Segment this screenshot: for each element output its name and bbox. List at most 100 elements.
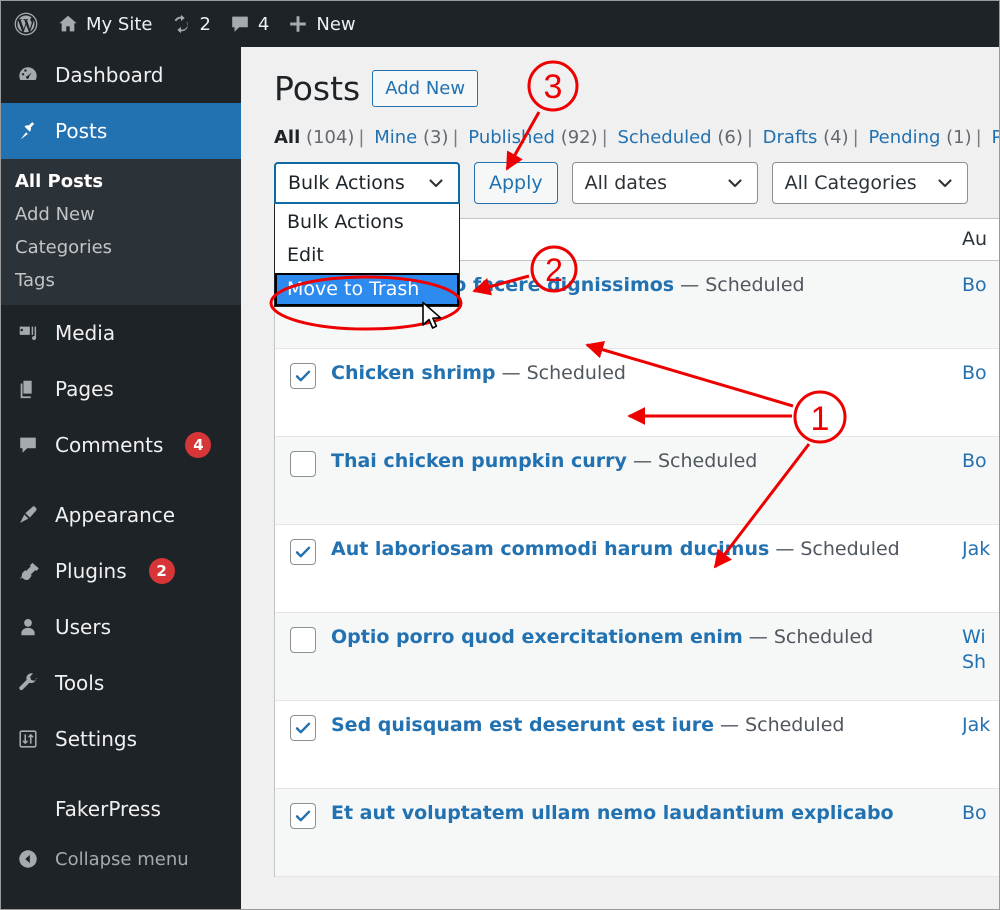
table-row: Aut laboriosam commodi harum ducimus — S… [275, 524, 999, 613]
pin-icon [15, 120, 41, 142]
status-filter-all[interactable]: All [274, 127, 300, 148]
sidebar-item-media[interactable]: Media [1, 305, 241, 361]
date-filter-select-field[interactable]: All dates [571, 161, 758, 204]
row-checkbox[interactable] [290, 714, 316, 741]
collapse-menu-button[interactable]: Collapse menu [1, 837, 241, 881]
chevron-down-icon [426, 173, 446, 193]
adminbar-comments-count: 4 [257, 13, 270, 35]
status-count-pending: (1) [946, 126, 972, 148]
post-title-link[interactable]: Chicken shrimp [331, 362, 496, 384]
post-author-cell[interactable]: Bo [962, 437, 999, 475]
bulk-action-option-bulk-actions[interactable]: Bulk Actions [275, 206, 459, 240]
sidebar-item-pages[interactable]: Pages [1, 361, 241, 417]
row-checkbox-cell [275, 349, 331, 389]
status-filter-drafts[interactable]: Drafts [763, 127, 818, 148]
post-title-link[interactable]: Optio porro quod exercitationem enim [331, 626, 743, 648]
status-count-drafts: (4) [823, 126, 849, 148]
row-checkbox[interactable] [290, 626, 316, 653]
status-filter-scheduled[interactable]: Scheduled [617, 127, 711, 148]
submenu-item-all-posts[interactable]: All Posts [1, 165, 241, 198]
post-title-link[interactable]: Aut laboriosam commodi harum ducimus [331, 538, 769, 560]
sidebar-item-fakerpress[interactable]: FakerPress [1, 781, 241, 837]
browser-window: My Site 2 4 New Dashboard Posts All Post… [0, 0, 1000, 910]
sidebar-item-comments[interactable]: Comments 4 [1, 417, 241, 473]
row-checkbox[interactable] [290, 362, 316, 389]
adminbar-new-label: New [316, 13, 356, 35]
bulk-action-option-edit[interactable]: Edit [275, 239, 459, 273]
row-checkbox-cell [275, 789, 331, 829]
post-author-cell[interactable]: Wi Sh [962, 613, 999, 676]
post-title-cell: Thai chicken pumpkin curry — Scheduled [331, 437, 962, 475]
posts-table: Au Facilis libero facere dignissimos — S… [274, 217, 999, 877]
users-icon [15, 616, 41, 638]
date-filter-select[interactable]: All dates [571, 161, 758, 204]
sidebar-item-users[interactable]: Users [1, 599, 241, 655]
adminbar-updates[interactable]: 2 [161, 1, 219, 47]
appearance-brush-icon [15, 504, 41, 526]
post-title-cell: Optio porro quod exercitationem enim — S… [331, 613, 962, 651]
add-new-button[interactable]: Add New [372, 70, 479, 108]
sidebar-item-settings-label: Settings [55, 727, 138, 751]
plus-icon [287, 13, 309, 35]
post-author-cell[interactable]: Bo [962, 349, 999, 387]
adminbar-updates-count: 2 [199, 13, 211, 35]
table-nav-top: Bulk Actions Bulk Actions Edit Move to T… [241, 148, 999, 308]
post-status: — Scheduled [748, 625, 874, 648]
settings-sliders-icon [15, 728, 41, 750]
bulk-actions-select[interactable]: Bulk Actions Bulk Actions Edit Move to T… [274, 161, 460, 308]
page-header: Posts Add New [241, 47, 999, 109]
home-icon [57, 13, 79, 35]
post-title-link[interactable]: Thai chicken pumpkin curry [331, 450, 627, 472]
adminbar-comments[interactable]: 4 [220, 1, 278, 47]
sidebar-item-settings[interactable]: Settings [1, 711, 241, 767]
date-filter-selected-label: All dates [584, 171, 667, 194]
post-author-cell[interactable]: Bo [962, 789, 999, 827]
bulk-actions-dropdown-list[interactable]: Bulk Actions Edit Move to Trash [274, 203, 460, 308]
bulk-actions-select-field[interactable]: Bulk Actions [274, 161, 460, 204]
sidebar-item-appearance[interactable]: Appearance [1, 487, 241, 543]
tools-wrench-icon [15, 672, 41, 694]
apply-button[interactable]: Apply [474, 161, 558, 204]
status-filter-pending[interactable]: Pending [868, 127, 940, 148]
row-checkbox-cell [275, 613, 331, 653]
dashboard-icon [15, 64, 41, 86]
sidebar-item-fakerpress-label: FakerPress [55, 797, 161, 821]
author-column-header[interactable]: Au [962, 228, 999, 250]
row-checkbox[interactable] [290, 538, 316, 565]
post-status: — Scheduled [720, 713, 845, 736]
row-checkbox[interactable] [290, 802, 316, 829]
row-checkbox[interactable] [290, 450, 316, 477]
post-author-cell[interactable]: Jak [962, 525, 999, 563]
status-filter-mine[interactable]: Mine [374, 127, 417, 148]
submenu-item-tags[interactable]: Tags [1, 264, 241, 297]
post-title-cell: Et aut voluptatem ullam nemo laudantium … [331, 789, 962, 827]
status-filter-private[interactable]: Pri [991, 127, 999, 148]
status-filter-published[interactable]: Published [468, 127, 555, 148]
sidebar-item-plugins-label: Plugins [55, 559, 127, 583]
sidebar-item-plugins[interactable]: Plugins 2 [1, 543, 241, 599]
admin-sidebar: Dashboard Posts All Posts Add New Catego… [1, 47, 249, 909]
submenu-item-categories[interactable]: Categories [1, 231, 241, 264]
post-title-link[interactable]: Sed quisquam est deserunt est iure [331, 714, 714, 736]
post-author-cell[interactable]: Bo [962, 261, 999, 299]
bulk-actions-selected-label: Bulk Actions [288, 171, 405, 194]
sidebar-item-tools[interactable]: Tools [1, 655, 241, 711]
post-title-link[interactable]: Et aut voluptatem ullam nemo laudantium … [331, 802, 894, 824]
category-filter-select[interactable]: All Categories [771, 161, 968, 204]
sidebar-item-dashboard[interactable]: Dashboard [1, 47, 241, 103]
chevron-down-icon [725, 173, 745, 193]
category-filter-select-field[interactable]: All Categories [771, 161, 968, 204]
adminbar-new[interactable]: New [278, 1, 364, 47]
adminbar-wordpress-logo[interactable] [1, 1, 48, 47]
plugins-count-badge: 2 [148, 558, 175, 584]
adminbar-my-site-label: My Site [86, 13, 153, 35]
sidebar-item-posts[interactable]: Posts [1, 103, 249, 159]
submenu-item-add-new[interactable]: Add New [1, 198, 241, 231]
bulk-action-option-move-to-trash[interactable]: Move to Trash [275, 272, 459, 307]
pages-icon [15, 378, 41, 400]
sidebar-item-comments-label: Comments [55, 433, 164, 457]
collapse-arrow-icon [15, 848, 41, 870]
sidebar-item-media-label: Media [55, 321, 116, 345]
adminbar-my-site[interactable]: My Site [48, 1, 161, 47]
post-author-cell[interactable]: Jak [962, 701, 999, 739]
